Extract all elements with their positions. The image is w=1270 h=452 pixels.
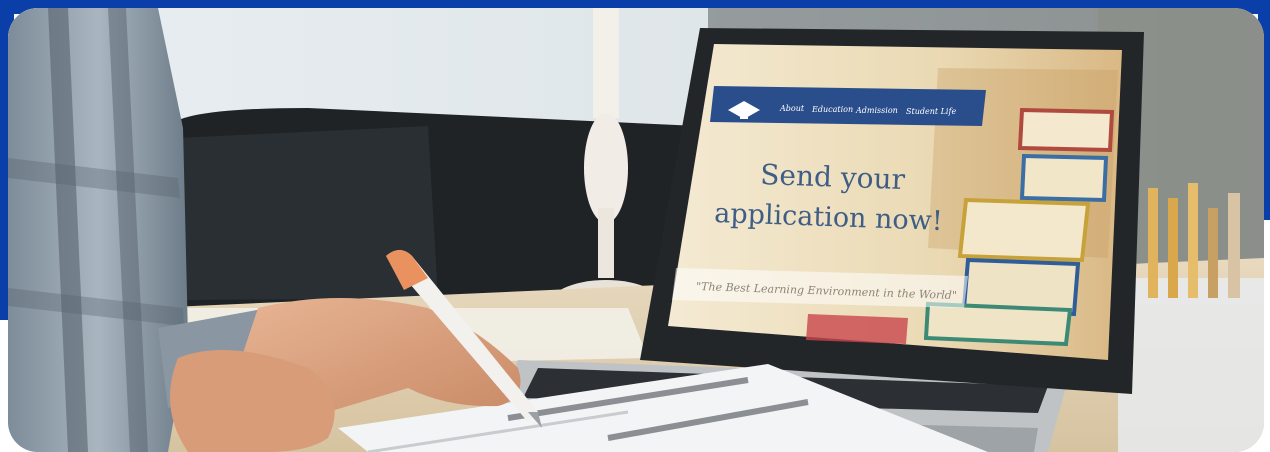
photo-scene: "The Best Learning Environment in the Wo…: [8, 8, 1264, 452]
screen-nav-item-1: Education: [811, 105, 853, 114]
screen-nav-item-0: About: [779, 104, 805, 113]
hero-banner: "The Best Learning Environment in the Wo…: [0, 0, 1270, 452]
screen-headline-line1: Send your: [760, 158, 906, 196]
hero-photo: "The Best Learning Environment in the Wo…: [8, 8, 1264, 452]
screen-nav-item-3: Student Life: [906, 107, 956, 116]
screen-nav-item-2: Admission: [855, 106, 898, 115]
